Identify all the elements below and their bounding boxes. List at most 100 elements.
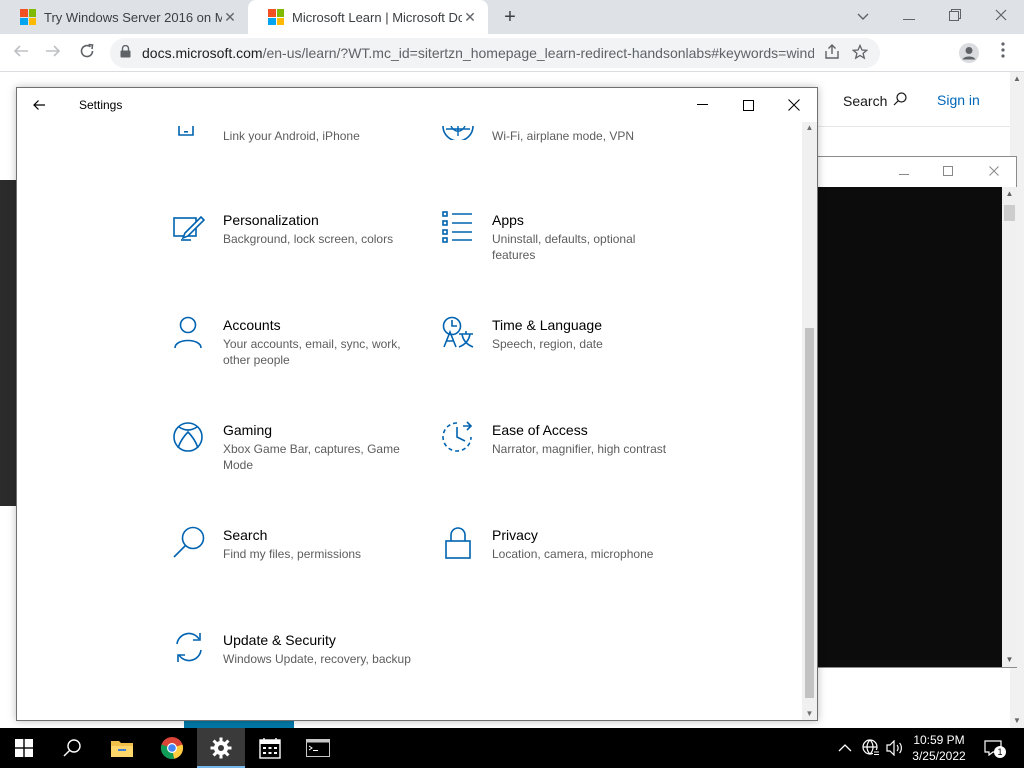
volume-tray[interactable] [886, 728, 904, 768]
settings-titlebar[interactable]: Settings [17, 88, 817, 122]
taskbar-search-button[interactable] [48, 728, 96, 768]
console-output[interactable] [818, 187, 1002, 667]
settings-item-apps[interactable]: Apps Uninstall, defaults, optional featu… [442, 211, 692, 291]
settings-title: Settings [79, 98, 123, 112]
tab-close-icon[interactable]: ✕ [462, 9, 478, 26]
tab-title: Microsoft Learn | Microsoft Docs [292, 9, 462, 25]
maximize-icon[interactable] [725, 90, 771, 120]
reload-icon[interactable] [74, 40, 100, 66]
settings-item-name: Search [223, 527, 268, 543]
address-bar[interactable]: docs.microsoft.com/en-us/learn/?WT.mc_id… [110, 38, 880, 68]
gear-icon [210, 737, 232, 759]
settings-item-phone[interactable]: Link your Android, iPhone [173, 126, 423, 206]
settings-item-name: Gaming [223, 422, 273, 438]
settings-item-gaming[interactable]: Gaming Xbox Game Bar, captures, Game Mod… [173, 421, 423, 501]
microsoft-logo-icon [268, 9, 284, 25]
settings-item-ease-of-access[interactable]: Ease of Access Narrator, magnifier, high… [442, 421, 692, 501]
taskbar-settings[interactable] [197, 728, 245, 768]
settings-item-accounts[interactable]: Accounts Your accounts, email, sync, wor… [173, 316, 423, 396]
globe-icon [442, 125, 476, 160]
menu-kebab-icon[interactable] [991, 42, 1015, 66]
sign-in-link[interactable]: Sign in [937, 92, 980, 108]
restore-icon[interactable] [932, 4, 978, 28]
settings-item-desc: Background, lock screen, colors [223, 232, 394, 246]
settings-item-desc: Find my files, permissions [223, 547, 362, 561]
terminal-icon [306, 739, 330, 757]
tab-search-icon[interactable] [840, 4, 886, 28]
console-maximize-icon[interactable] [928, 161, 968, 183]
network-tray[interactable] [862, 728, 880, 768]
page-search-button[interactable]: Search [843, 92, 907, 109]
settings-item-update-security[interactable]: Update & Security Windows Update, recove… [173, 631, 423, 711]
close-icon[interactable] [771, 90, 817, 120]
settings-item-name: Accounts [223, 317, 281, 333]
back-arrow-icon[interactable] [27, 92, 55, 118]
settings-item-name: Time & Language [492, 317, 602, 333]
settings-item-network[interactable]: Wi-Fi, airplane mode, VPN [442, 125, 692, 206]
back-arrow-icon[interactable] [8, 40, 34, 66]
console-scrollbar[interactable]: ▲ ▼ [1002, 187, 1017, 667]
console-minimize-icon[interactable] [884, 161, 924, 183]
settings-item-search[interactable]: Search Find my files, permissions [173, 526, 423, 606]
taskbar-chrome[interactable] [148, 728, 196, 768]
show-hidden-icons[interactable] [838, 728, 852, 768]
start-button[interactable] [0, 728, 48, 768]
lock-icon [120, 44, 132, 61]
share-icon[interactable] [822, 43, 842, 63]
page-blue-bar [184, 720, 294, 728]
settings-item-privacy[interactable]: Privacy Location, camera, microphone [442, 526, 692, 606]
settings-item-desc: Your accounts, email, sync, work, other … [223, 337, 401, 367]
clock-time: 10:59 PM [913, 733, 965, 747]
taskbar: 10:59 PM 3/25/2022 1 [0, 728, 1024, 768]
search-icon [893, 92, 907, 109]
calendar-icon [259, 738, 281, 759]
settings-item-desc: Windows Update, recovery, backup [223, 652, 411, 666]
taskbar-clock[interactable]: 10:59 PM 3/25/2022 [904, 732, 974, 764]
settings-scrollbar[interactable]: ▲ ▼ [802, 122, 817, 720]
action-center-button[interactable]: 1 [984, 728, 1006, 768]
network-globe-icon [862, 739, 880, 756]
tab-title: Try Windows Server 2016 on Mic [44, 9, 222, 25]
scroll-down-arrow-icon[interactable]: ▼ [1002, 653, 1017, 667]
settings-window: Settings Link your Android, iPhone Wi-Fi… [16, 87, 818, 721]
settings-scroll-thumb[interactable] [805, 328, 814, 698]
console-titlebar[interactable] [818, 157, 1016, 187]
windows-logo-icon [15, 739, 33, 757]
scroll-down-arrow-icon[interactable]: ▼ [1010, 714, 1024, 728]
minimize-icon[interactable] [679, 90, 725, 120]
console-close-icon[interactable] [974, 161, 1014, 183]
settings-item-desc: Xbox Game Bar, captures, Game Mode [223, 442, 400, 472]
scroll-up-arrow-icon[interactable]: ▲ [802, 122, 817, 134]
speaker-icon [886, 740, 902, 756]
scroll-up-arrow-icon[interactable]: ▲ [1002, 187, 1017, 201]
close-window-icon[interactable] [978, 4, 1024, 28]
scroll-up-arrow-icon[interactable]: ▲ [1010, 72, 1024, 86]
taskbar-file-explorer[interactable] [98, 728, 146, 768]
profile-avatar-icon[interactable] [957, 42, 981, 66]
taskbar-calendar[interactable] [246, 728, 294, 768]
xbox-icon [173, 421, 207, 455]
minimize-icon[interactable] [886, 4, 932, 28]
tab-close-icon[interactable]: ✕ [222, 9, 238, 26]
search-icon [63, 739, 81, 757]
console-scroll-thumb[interactable] [1004, 205, 1015, 221]
console-window[interactable]: ▲ ▼ [817, 156, 1017, 668]
bookmark-star-icon[interactable] [850, 43, 870, 63]
new-tab-button[interactable]: + [500, 6, 520, 28]
settings-item-name: Ease of Access [492, 422, 588, 438]
settings-item-personalization[interactable]: Personalization Background, lock screen,… [173, 211, 423, 291]
browser-tabstrip: Try Windows Server 2016 on Mic ✕ Microso… [0, 0, 1024, 34]
address-url: docs.microsoft.com/en-us/learn/?WT.mc_id… [142, 45, 814, 61]
forward-arrow-icon[interactable] [40, 40, 66, 66]
phone-icon [173, 126, 207, 160]
settings-item-time-language[interactable]: Time & Language Speech, region, date [442, 316, 692, 396]
microsoft-logo-icon [20, 9, 36, 25]
taskbar-command-prompt[interactable] [294, 728, 342, 768]
settings-item-desc: Narrator, magnifier, high contrast [492, 442, 667, 456]
scroll-down-arrow-icon[interactable]: ▼ [802, 708, 817, 720]
settings-item-desc: Location, camera, microphone [492, 547, 654, 561]
settings-item-desc: Wi-Fi, airplane mode, VPN [492, 129, 635, 143]
tab-microsoft-learn[interactable]: Microsoft Learn | Microsoft Docs ✕ [248, 0, 488, 34]
tab-try-windows-server[interactable]: Try Windows Server 2016 on Mic ✕ [0, 0, 248, 34]
notification-count-badge: 1 [994, 746, 1006, 758]
